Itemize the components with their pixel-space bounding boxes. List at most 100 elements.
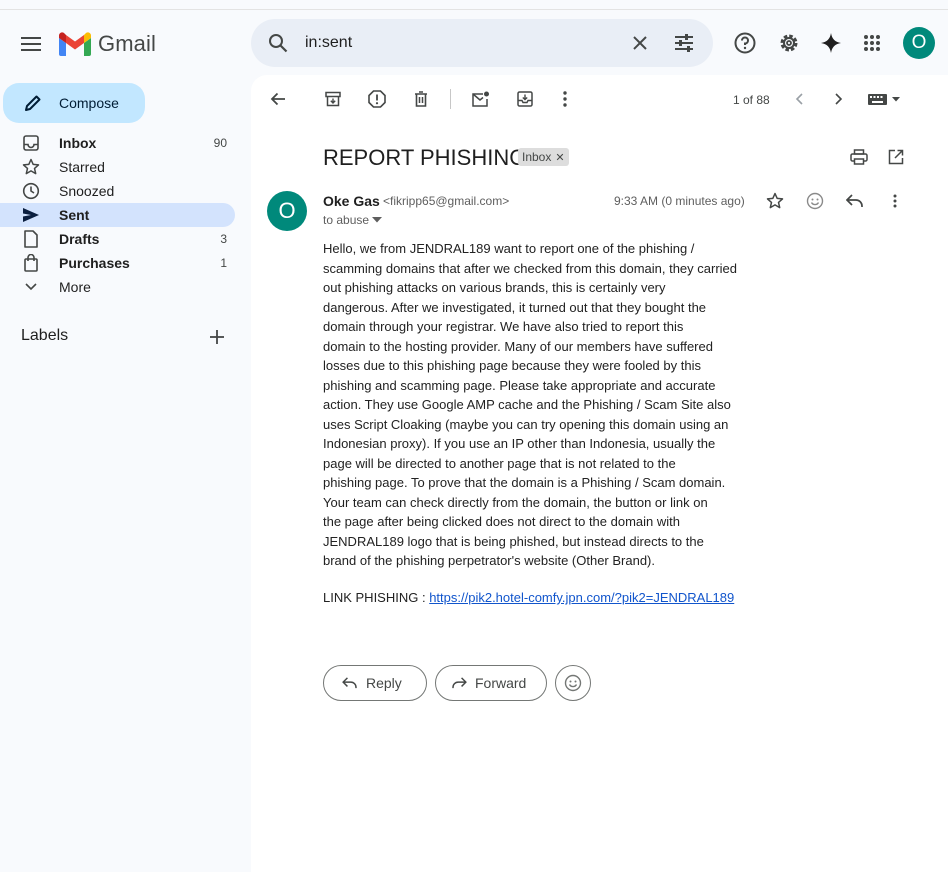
main-menu-icon[interactable] [17, 30, 45, 58]
body-line: Hello, we from JENDRAL189 want to report… [323, 241, 695, 256]
sidebar-item-label: Sent [59, 207, 90, 223]
smiley-icon [564, 674, 582, 692]
shopping-bag-icon [21, 253, 41, 273]
gemini-sparkle-icon[interactable] [817, 29, 845, 57]
email-body: Hello, we from JENDRAL189 want to report… [323, 239, 743, 571]
phishing-url-link[interactable]: https://pik2.hotel-comfy.jpn.com/?pik2=J… [429, 590, 734, 605]
body-line: out phishing attacks on various brands, … [323, 280, 666, 295]
body-line: domain to the hosting provider. Many of … [323, 338, 713, 354]
gmail-logo[interactable]: Gmail [59, 30, 156, 58]
sender-email: <fikripp65@gmail.com> [383, 194, 510, 208]
body-line: phishing page. To prove that the domain … [323, 475, 726, 490]
print-icon[interactable] [847, 145, 871, 169]
body-line: scamming domains that after we checked f… [323, 260, 738, 276]
search-icon[interactable] [265, 30, 291, 56]
open-new-window-icon[interactable] [884, 145, 908, 169]
body-line: action. They use Google AMP cache and th… [323, 397, 731, 412]
clear-search-icon[interactable] [627, 30, 653, 56]
draft-file-icon [21, 229, 41, 249]
reply-button[interactable]: Reply [323, 665, 427, 701]
inbox-count: 90 [213, 136, 227, 150]
purchases-count: 1 [220, 256, 227, 270]
drafts-count: 3 [220, 232, 227, 246]
inbox-label-chip[interactable]: Inbox ✕ [518, 148, 569, 166]
mark-unread-icon[interactable] [469, 87, 493, 111]
settings-gear-icon[interactable] [775, 29, 803, 57]
compose-button[interactable]: Compose [3, 83, 145, 123]
back-arrow-icon[interactable] [266, 87, 290, 111]
star-message-icon[interactable] [764, 190, 786, 212]
sidebar-item-sent[interactable]: Sent [0, 203, 235, 227]
input-tools-keyboard-icon[interactable] [866, 87, 902, 111]
remove-label-icon[interactable]: ✕ [555, 151, 564, 164]
message-timestamp: 9:33 AM (0 minutes ago) [614, 194, 745, 208]
sidebar-item-inbox[interactable]: Inbox 90 [0, 131, 235, 155]
caret-down-icon [372, 217, 383, 223]
top-divider [0, 9, 948, 10]
archive-icon[interactable] [321, 87, 345, 111]
body-line: phishing and scamming page. Please take … [323, 377, 716, 393]
email-subject: REPORT PHISHING [323, 145, 527, 170]
recipient-text: to abuse [323, 213, 370, 227]
sidebar-item-label: Snoozed [59, 183, 115, 199]
chevron-right-icon[interactable] [827, 87, 851, 111]
chevron-left-icon[interactable] [787, 87, 811, 111]
snooze-move-icon[interactable] [513, 87, 537, 111]
inbox-icon [21, 133, 41, 153]
gmail-m-icon [59, 32, 91, 56]
sender-avatar[interactable]: O [267, 191, 307, 231]
body-line: brand of the phishing perpetrator's webs… [323, 553, 655, 568]
label-chip-text: Inbox [522, 150, 552, 164]
sidebar-item-label: Drafts [59, 231, 100, 247]
body-line: dangerous. After we investigated, it tur… [323, 299, 707, 315]
pagination-count: 1 of 88 [733, 93, 770, 107]
link-prefix: LINK PHISHING : [323, 590, 430, 605]
clock-icon [21, 181, 41, 201]
more-vertical-icon[interactable] [553, 87, 577, 111]
sidebar-item-starred[interactable]: Starred [0, 155, 235, 179]
sidebar-item-more[interactable]: More [0, 275, 235, 299]
chevron-down-icon [21, 277, 41, 297]
delete-trash-icon[interactable] [409, 87, 433, 111]
gmail-wordmark: Gmail [98, 31, 156, 56]
sender-name[interactable]: Oke Gas [323, 193, 380, 209]
phishing-link-line: LINK PHISHING : https://pik2.hotel-comfy… [323, 590, 734, 605]
body-line: JENDRAL189 logo that is being phished, b… [323, 533, 704, 549]
search-bar [251, 19, 713, 67]
reply-icon[interactable] [844, 190, 866, 212]
emoji-reaction-button[interactable] [555, 665, 591, 701]
star-icon [21, 157, 41, 177]
sidebar-item-label: Inbox [59, 135, 97, 151]
compose-label: Compose [59, 95, 119, 111]
report-spam-icon[interactable] [365, 87, 389, 111]
sidebar-item-label: Starred [59, 159, 105, 175]
reply-arrow-icon [342, 677, 357, 689]
body-line: domain through your registrar. We have a… [323, 319, 684, 334]
add-reaction-icon[interactable] [804, 190, 826, 212]
sidebar-item-label: More [59, 279, 91, 295]
forward-label: Forward [475, 675, 527, 691]
account-avatar[interactable]: O [903, 27, 935, 59]
forward-arrow-icon [452, 677, 467, 689]
sidebar-item-purchases[interactable]: Purchases 1 [0, 251, 235, 275]
help-icon[interactable] [731, 29, 759, 57]
labels-heading: Labels [21, 327, 69, 344]
message-more-vertical-icon[interactable] [884, 190, 906, 212]
sidebar-item-drafts[interactable]: Drafts 3 [0, 227, 235, 251]
search-options-icon[interactable] [671, 30, 697, 56]
pencil-icon [22, 92, 44, 114]
forward-button[interactable]: Forward [435, 665, 547, 701]
body-line: losses due to this phishing page because… [323, 358, 701, 373]
toolbar-divider [450, 89, 451, 109]
body-line: uses Script Cloaking (maybe you can try … [323, 416, 729, 432]
apps-grid-icon[interactable] [858, 29, 886, 57]
body-line: Indonesian proxy). If you use an IP othe… [323, 436, 716, 451]
body-line: the page after being clicked does not di… [323, 514, 680, 529]
search-input[interactable] [305, 31, 605, 55]
recipient-details[interactable]: to abuse [323, 213, 383, 227]
body-line: page will be directed to another page th… [323, 455, 676, 471]
sidebar-item-snoozed[interactable]: Snoozed [0, 179, 235, 203]
reply-label: Reply [366, 675, 402, 691]
body-line: Your team can check directly from the do… [323, 494, 708, 510]
add-label-icon[interactable] [206, 326, 228, 348]
